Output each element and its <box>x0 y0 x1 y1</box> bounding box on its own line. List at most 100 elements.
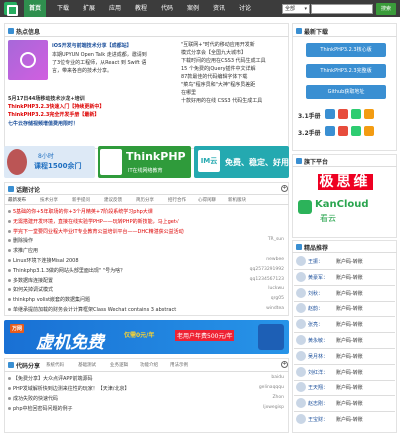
hot-link-5[interactable]: 87款最佳的代码编辑字体下载 <box>181 73 286 80</box>
topic-row-title[interactable]: 删除操作 <box>13 237 228 244</box>
nav-item-apps[interactable]: 应用 <box>104 0 126 17</box>
chm-icon[interactable] <box>338 126 348 136</box>
avatar <box>296 287 306 298</box>
contrib-name[interactable]: 张亮： <box>308 321 323 328</box>
nav-item-home[interactable]: 首页 <box>24 0 46 17</box>
contrib-name[interactable]: 王振： <box>308 258 323 265</box>
contrib-name[interactable]: 吴月林： <box>308 353 328 360</box>
ad-online-course[interactable]: 8小时 课程1500余门 <box>4 146 95 178</box>
hot-link-7[interactable]: 在哪里 <box>181 89 196 96</box>
download-full-button[interactable]: ThinkPHP3.2.3完整版 <box>306 64 386 78</box>
feature-title-link[interactable]: iOS开发与前端技术分享【成都站】 <box>52 42 132 49</box>
nav-item-tutorial[interactable]: 教程 <box>130 0 152 17</box>
brand-kancloud[interactable]: KanCloud <box>315 199 369 210</box>
contrib-name[interactable]: 刘秋： <box>308 290 323 297</box>
topics-tab-1[interactable]: 最新发布 <box>8 197 26 203</box>
search-scope-select[interactable]: 全部 ▾ <box>282 4 310 14</box>
topic-row-title[interactable]: 5基础的你+5年职场的你+3个月精英+7阶段系统学习php大课 <box>13 208 228 215</box>
code-row-title[interactable]: 【免费分享】大众点评APP前端源码 <box>13 375 203 382</box>
hot-link-3[interactable]: 下载时间的应用在CSS3 代码生成工具 <box>181 57 286 64</box>
topics-tab-2[interactable]: 技术分享 <box>40 197 58 203</box>
topics-tab-6[interactable]: 招行合作 <box>168 197 186 203</box>
search-input[interactable] <box>311 4 373 14</box>
contrib-name[interactable]: 赵韵： <box>308 305 323 312</box>
hot-news-2[interactable]: ThinkPHP3.2.3快速入门【持续更新中】 <box>8 103 104 110</box>
code-tab-2[interactable]: 基础测试 <box>78 362 96 368</box>
topic-row-title[interactable]: 无需搭建开发环境，直接在线实验学PHP——玩转PHP的新技能，马上get√ <box>13 218 228 225</box>
topic-row-user[interactable]: windtea <box>228 306 284 311</box>
nav-item-extend[interactable]: 扩展 <box>78 0 100 17</box>
hot-link-8[interactable]: 十款好用的在线 CSS3 代码生成工具 <box>181 97 286 104</box>
topic-row-title[interactable]: thinkphp volist嵌套的数据集问题 <box>13 296 228 303</box>
topic-row-user[interactable]: qrg05 <box>228 296 284 301</box>
feature-thumbnail[interactable] <box>8 40 48 80</box>
hot-news-3[interactable]: ThinkPHP3.2.3完全开发手册【最新】 <box>8 111 99 118</box>
topic-row-title[interactable]: 求推广应用 <box>13 247 228 254</box>
topics-tab-8[interactable]: 新机版块 <box>228 197 246 203</box>
code-tab-5[interactable]: 用法示例 <box>170 362 188 368</box>
code-row-user[interactable]: baidu <box>228 375 284 380</box>
topic-row-title[interactable]: Linux环境下连接Misal 2008 <box>13 257 228 264</box>
topics-more-icon[interactable]: + <box>281 185 288 192</box>
nav-item-discuss[interactable]: 讨论 <box>234 0 256 17</box>
topic-row-user[interactable]: luckwu <box>228 286 284 291</box>
code-tab-3[interactable]: 业务逻辑 <box>110 362 128 368</box>
topics-tab-4[interactable]: 建议反馈 <box>104 197 122 203</box>
topics-tab-5[interactable]: 简历分享 <box>136 197 154 203</box>
topic-row-user[interactable]: qq1234567123 <box>228 277 284 282</box>
hot-link-6[interactable]: "菜鸟"程序员和"大神"程序员差距 <box>181 81 286 88</box>
contrib-text: 账户码-转账 <box>336 385 363 392</box>
contrib-name[interactable]: 赵志刚： <box>308 400 328 407</box>
pdf-icon[interactable] <box>325 126 335 136</box>
search-button[interactable]: 搜索 <box>376 3 396 15</box>
code-row-user[interactable]: gelinaqqqu <box>228 385 284 390</box>
topic-row-user[interactable]: newbee <box>228 257 284 262</box>
topic-row-user[interactable]: TR_sun <box>228 237 284 242</box>
hot-news-1[interactable]: 5月17日44场移动技术沙龙+培训 <box>8 95 85 102</box>
online-icon[interactable] <box>364 109 374 119</box>
topic-row-title[interactable]: 如何关掉调试模式 <box>13 286 228 293</box>
topic-row-title[interactable]: Thinkphp3.1.3做的网站头部里面出现" "号为啥？ <box>13 267 228 274</box>
contrib-name[interactable]: 黄永敏： <box>308 337 328 344</box>
flag-icon <box>296 158 302 164</box>
code-more-icon[interactable]: + <box>281 361 288 368</box>
ad-im-cloud[interactable]: IM云 免费、稳定、好用 <box>194 146 289 178</box>
code-row-title[interactable]: 成功失败的快速代码 <box>13 395 203 402</box>
topic-row-title[interactable]: 多数据库连接配置 <box>13 277 228 284</box>
download-core-button[interactable]: ThinkPHP3.2.3核心版 <box>306 43 386 57</box>
pdf-icon[interactable] <box>325 109 335 119</box>
ad-banner-hosting[interactable]: 万网 虚机免费 仅需0元/年 老用户年费500元/年 <box>4 320 289 354</box>
nav-item-cases[interactable]: 案例 <box>182 0 204 17</box>
hot-link-4[interactable]: 15 个免费的jQuery插件中文详解 <box>181 65 286 72</box>
ad-thinkphp[interactable]: ThinkPHP IT在线网络教育 <box>98 146 191 178</box>
code-row-title[interactable]: php中检回密码问题的例子 <box>13 405 203 412</box>
code-tab-4[interactable]: 功能介绍 <box>140 362 158 368</box>
hot-link-2[interactable]: 模式分享会【全国九大城市】 <box>181 49 246 56</box>
topic-row-user[interactable]: qq2573291992 <box>228 267 284 272</box>
topics-tab-3[interactable]: 新手提问 <box>72 197 90 203</box>
nav-item-code[interactable]: 代码 <box>156 0 178 17</box>
contrib-name[interactable]: 黄豪军： <box>308 274 328 281</box>
brand-jisiwei[interactable]: 极思维 <box>297 171 393 193</box>
doc-icon[interactable] <box>351 109 361 119</box>
hot-link-1[interactable]: "互联网+"时代的移动应用开发新 <box>181 41 255 48</box>
code-row-title[interactable]: PHP发域解析快到边测来往性的玩家！【天津/北京】 <box>13 385 203 392</box>
chm-icon[interactable] <box>338 109 348 119</box>
nav-item-news[interactable]: 资讯 <box>208 0 230 17</box>
hot-news-4[interactable]: 七牛云存储视频增值费用限时！ <box>8 120 78 127</box>
code-row-user[interactable]: ljxwegisp <box>228 405 284 410</box>
online-icon[interactable] <box>364 126 374 136</box>
topic-row-title[interactable]: 学完下一堂要同业程大毕业IT专业教育公益培训平台——DHC精湛获公益活动 <box>13 228 228 235</box>
site-logo-icon[interactable] <box>4 2 18 16</box>
github-button[interactable]: Github获取地址 <box>306 85 386 99</box>
contrib-name[interactable]: 王天翔： <box>308 384 328 391</box>
doc-icon[interactable] <box>351 126 361 136</box>
topics-tab-7[interactable]: 心得闲聊 <box>198 197 216 203</box>
topic-row-title[interactable]: 单继承提前加载的财务会计计算框架Class Wechat contains 3 … <box>13 306 228 313</box>
banner-headline: 虚机免费 <box>36 333 104 353</box>
code-row-user[interactable]: Zhon <box>228 395 284 400</box>
contrib-name[interactable]: 刘红洋： <box>308 369 328 376</box>
code-tab-1[interactable]: 系统代码 <box>46 362 64 368</box>
contrib-name[interactable]: 王宝财： <box>308 416 328 423</box>
nav-item-download[interactable]: 下载 <box>52 0 74 17</box>
